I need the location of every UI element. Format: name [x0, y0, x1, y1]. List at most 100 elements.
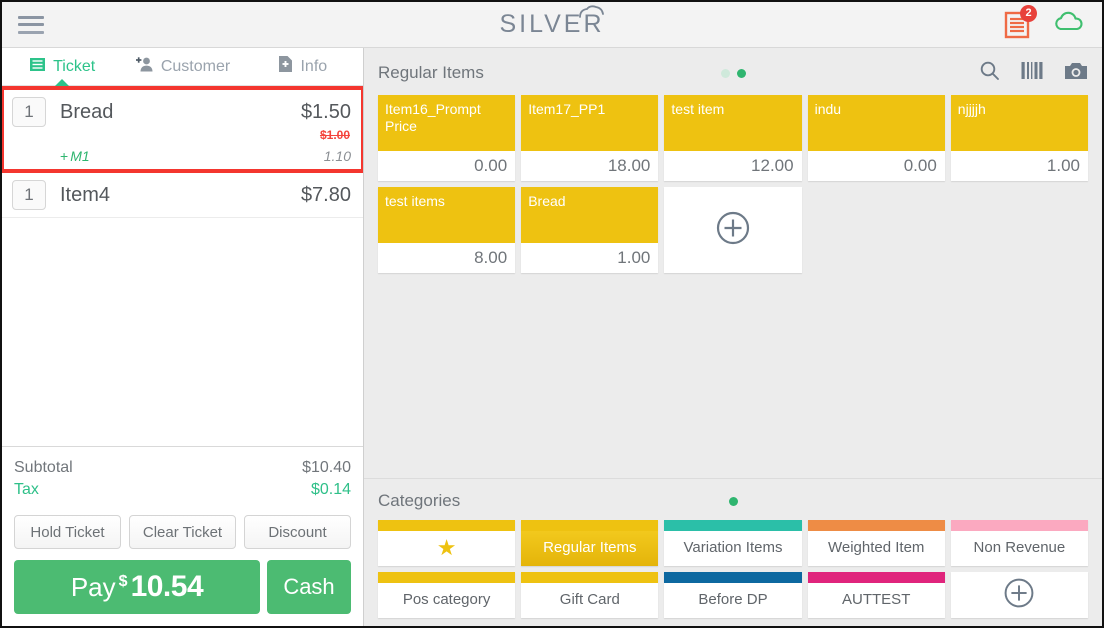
category-tile-weighted-item[interactable]: Weighted Item: [807, 520, 945, 566]
category-color-bar: [807, 520, 945, 531]
ticket-action-buttons: Hold Ticket Clear Ticket Discount: [2, 501, 363, 549]
item-tile[interactable]: test item 12.00: [664, 95, 802, 181]
quantity-stepper[interactable]: 1: [12, 97, 46, 127]
ticket-item-list: 1 Bread $1.50 $1.00 + M1 1.10 1 Item4 $7.…: [2, 86, 363, 446]
modifier-name: + M1: [60, 148, 324, 164]
category-tile-before-dp[interactable]: Before DP: [664, 572, 802, 618]
tax-label: Tax: [14, 481, 39, 498]
ticket-panel: Ticket Customer Info 1 Bread $1.50 $1.00…: [2, 48, 364, 626]
modifier-price: 1.10: [323, 148, 351, 164]
subtotal-value: $10.40: [302, 459, 351, 476]
item-tile[interactable]: indu 0.00: [807, 95, 945, 181]
categories-page-indicator: [364, 496, 1102, 506]
cloud-icon: [577, 5, 607, 24]
hamburger-menu-icon[interactable]: [18, 15, 44, 34]
category-color-bar: [521, 520, 659, 531]
pay-button[interactable]: Pay $ 10.54: [14, 560, 260, 614]
category-tile-gift-card[interactable]: Gift Card: [521, 572, 659, 618]
add-category-button[interactable]: [950, 572, 1088, 618]
cloud-sync-icon[interactable]: [1052, 10, 1086, 39]
category-color-bar: [807, 572, 945, 583]
item-tile-price: 1.00: [950, 151, 1088, 181]
tab-info-label: Info: [300, 57, 328, 75]
active-tab-caret: [55, 79, 70, 86]
item-tile[interactable]: Item16_Prompt Price 0.00: [378, 95, 516, 181]
items-section-title: Regular Items: [378, 63, 484, 82]
add-item-button[interactable]: [664, 187, 802, 273]
search-icon[interactable]: [979, 60, 1000, 86]
category-color-bar: [378, 572, 516, 583]
category-tile-non-revenue[interactable]: Non Revenue: [950, 520, 1088, 566]
tax-value: $0.14: [310, 481, 351, 498]
items-header-icons: [979, 60, 1088, 86]
topbar-actions: 2: [1004, 4, 1086, 40]
category-color-bar: [664, 520, 802, 531]
pay-button-label: Pay: [70, 571, 116, 602]
categories-section: Categories ★ Regular Items Variation Ite…: [364, 478, 1102, 626]
hold-ticket-button[interactable]: Hold Ticket: [14, 515, 121, 549]
item-tile[interactable]: njjjjh 1.00: [950, 95, 1088, 181]
tab-ticket-label: Ticket: [53, 57, 96, 75]
item-tile[interactable]: Bread 1.00: [521, 187, 659, 273]
item-tile-name: test items: [378, 187, 516, 243]
tab-customer[interactable]: Customer: [122, 48, 242, 85]
item-tile[interactable]: test items 8.00: [378, 187, 516, 273]
category-label: Weighted Item: [827, 539, 925, 557]
ticket-totals: Subtotal $10.40 Tax $0.14: [2, 446, 363, 501]
ticket-line-item[interactable]: 1 Item4 $7.80: [2, 171, 363, 218]
categories-rows: ★ Regular Items Variation Items Weighted…: [364, 520, 1102, 618]
quantity-stepper[interactable]: 1: [12, 180, 46, 210]
items-grid: Item16_Prompt Price 0.00 Item17_PP1 18.0…: [378, 95, 1088, 273]
camera-icon[interactable]: [1064, 61, 1088, 86]
categories-grid-row-1: ★ Regular Items Variation Items Weighted…: [364, 520, 1102, 566]
brand-logo: SILVER: [2, 2, 1102, 47]
ticket-item-price: $7.80: [300, 183, 351, 206]
ticket-line-item[interactable]: 1 Bread $1.50 $1.00 + M1 1.10: [2, 86, 363, 173]
category-label: AUTTEST: [842, 591, 911, 609]
category-color-bar: [378, 520, 516, 531]
ticket-item-name: Bread: [60, 100, 114, 123]
tab-ticket[interactable]: Ticket: [2, 48, 122, 86]
category-color-bar: [664, 572, 802, 583]
subtotal-row: Subtotal $10.40: [14, 457, 351, 479]
item-tile-name: Item16_Prompt Price: [378, 95, 516, 151]
item-tile-name: njjjjh: [950, 95, 1088, 151]
item-tile-name: Item17_PP1: [521, 95, 659, 151]
item-tile-price: 1.00: [521, 243, 659, 273]
category-label: Variation Items: [683, 539, 783, 557]
receipt-icon[interactable]: 2: [1004, 4, 1037, 40]
tab-customer-label: Customer: [160, 57, 231, 75]
item-tile-price: 12.00: [664, 151, 802, 181]
tab-info[interactable]: Info: [243, 48, 363, 85]
add-person-icon: [135, 56, 154, 78]
ticket-list-icon: [29, 56, 46, 78]
category-tile-favorites[interactable]: ★: [378, 520, 516, 566]
plus-circle-icon: [1002, 576, 1036, 615]
payment-buttons: Pay $ 10.54 Cash: [2, 549, 363, 626]
page-dot-active[interactable]: [736, 68, 746, 78]
category-tile-variation-items[interactable]: Variation Items: [664, 520, 802, 566]
barcode-icon[interactable]: [1021, 61, 1043, 85]
category-tile-regular-items[interactable]: Regular Items: [521, 520, 659, 566]
category-tile-auttest[interactable]: AUTTEST: [807, 572, 945, 618]
ticket-tabs: Ticket Customer Info: [2, 48, 363, 86]
catalog-panel: Regular Items Item16_Prompt Price 0.00 I…: [364, 48, 1102, 626]
ticket-line-main: 1 Item4 $7.80: [12, 180, 351, 210]
category-tile-pos-category[interactable]: Pos category: [378, 572, 516, 618]
hamburger-line: [18, 23, 44, 26]
item-tile-name: indu: [807, 95, 945, 151]
receipt-badge-count: 2: [1020, 4, 1037, 22]
top-app-bar: SILVER 2: [2, 2, 1102, 48]
item-tile[interactable]: Item17_PP1 18.00: [521, 95, 659, 181]
cash-button[interactable]: Cash: [267, 560, 351, 614]
file-info-icon: [278, 55, 293, 78]
category-label: Pos category: [402, 591, 491, 609]
discount-button[interactable]: Discount: [244, 515, 351, 549]
page-dot[interactable]: [720, 68, 730, 78]
star-icon: ★: [436, 535, 457, 561]
item-tile-name: test item: [664, 95, 802, 151]
page-dot-active[interactable]: [728, 496, 738, 506]
category-color-bar: [521, 572, 659, 583]
category-color-bar: [950, 520, 1088, 531]
clear-ticket-button[interactable]: Clear Ticket: [129, 515, 236, 549]
